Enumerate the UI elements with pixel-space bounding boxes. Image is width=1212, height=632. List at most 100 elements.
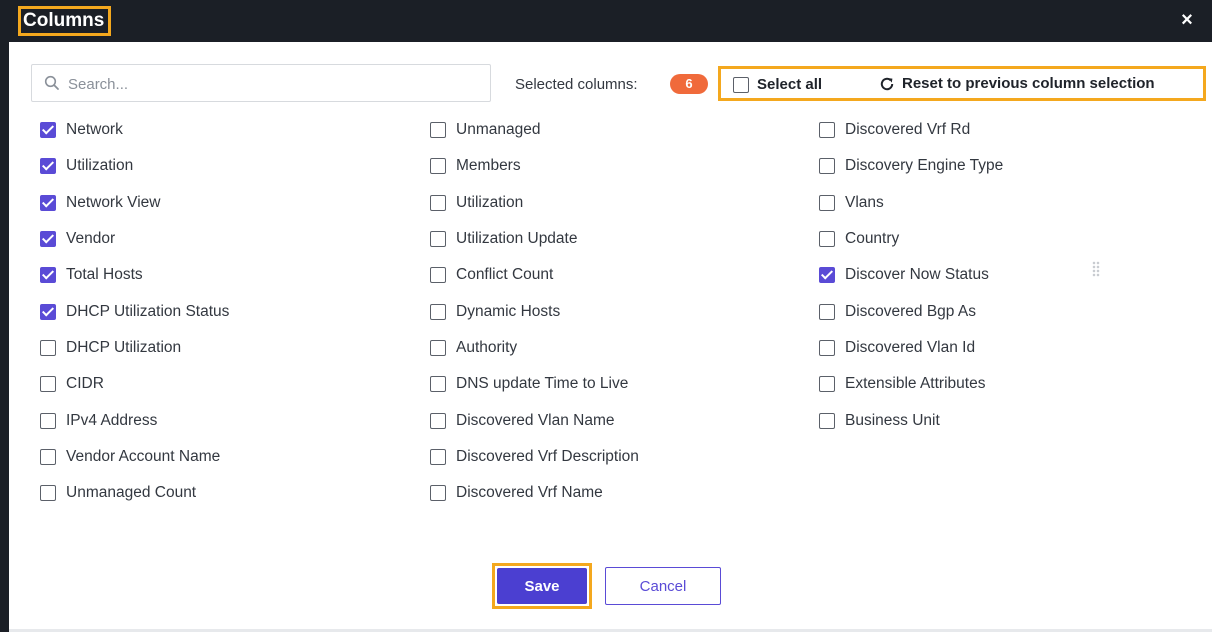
column-checkbox[interactable]: [430, 231, 446, 248]
columns-dialog: Selected columns: 6 Select all Reset to …: [9, 42, 1212, 632]
column-option[interactable]: Extensible Attributes: [819, 366, 1003, 402]
column-option-label: IPv4 Address: [66, 411, 158, 429]
column-option[interactable]: Discovered Bgp As: [819, 293, 1003, 329]
column-option[interactable]: DNS update Time to Live: [430, 366, 639, 402]
column-checkbox[interactable]: [430, 267, 446, 284]
save-button[interactable]: Save: [497, 568, 587, 604]
column-checkbox[interactable]: [40, 231, 56, 248]
column-option[interactable]: Country: [819, 221, 1003, 257]
column-option-label: Discovered Vrf Rd: [845, 121, 971, 139]
column-option[interactable]: Discovered Vlan Name: [430, 402, 639, 438]
close-icon[interactable]: ×: [1176, 9, 1198, 31]
bulk-actions: Select all Reset to previous column sele…: [718, 66, 1206, 101]
column-checkbox[interactable]: [819, 267, 835, 284]
column-checkbox[interactable]: [430, 303, 446, 320]
column-option-label: Business Unit: [845, 411, 940, 429]
column-option-label: Network: [66, 121, 123, 139]
column-option-label: Discovered Vrf Description: [456, 447, 639, 465]
column-option-label: Discovered Vlan Name: [456, 411, 615, 429]
column-checkbox[interactable]: [430, 448, 446, 465]
save-button-highlight: Save: [492, 563, 592, 609]
column-checkbox[interactable]: [819, 122, 835, 139]
column-checkbox[interactable]: [40, 412, 56, 429]
column-option-label: Discovery Engine Type: [845, 157, 1004, 175]
column-list-2: Unmanaged Members Utilization Utilization U…: [430, 112, 639, 511]
column-option[interactable]: Members: [430, 148, 639, 184]
column-option-label: CIDR: [66, 375, 104, 393]
column-option-label: Utilization: [66, 157, 134, 175]
column-option-label: Unmanaged: [456, 121, 541, 139]
column-checkbox[interactable]: [819, 376, 835, 393]
column-option-label: Discovered Vrf Name: [456, 484, 603, 502]
search-input[interactable]: [66, 65, 480, 103]
column-option-label: Members: [456, 157, 521, 175]
column-checkbox[interactable]: [40, 158, 56, 175]
column-option[interactable]: Total Hosts: [40, 257, 229, 293]
column-option[interactable]: Utilization Update: [430, 221, 639, 257]
column-option[interactable]: Discovered Vrf Rd: [819, 112, 1003, 148]
column-option[interactable]: Discovered Vrf Description: [430, 439, 639, 475]
column-checkbox[interactable]: [819, 231, 835, 248]
column-checkbox[interactable]: [819, 339, 835, 356]
cancel-button[interactable]: Cancel: [605, 567, 721, 605]
column-option-label: DHCP Utilization Status: [66, 302, 230, 320]
column-option[interactable]: DHCP Utilization: [40, 330, 229, 366]
column-option[interactable]: Utilization: [430, 185, 639, 221]
column-checkbox[interactable]: [430, 485, 446, 502]
select-all-label: Select all: [757, 76, 823, 93]
column-option[interactable]: Network View: [40, 185, 229, 221]
column-checkbox[interactable]: [40, 448, 56, 465]
search-box: [31, 64, 491, 103]
column-checkbox[interactable]: [40, 339, 56, 356]
column-checkbox[interactable]: [430, 376, 446, 393]
column-checkbox[interactable]: [430, 158, 446, 175]
column-option[interactable]: IPv4 Address: [40, 402, 229, 438]
column-option[interactable]: Authority: [430, 330, 639, 366]
column-checkbox[interactable]: [819, 194, 835, 211]
column-option[interactable]: CIDR: [40, 366, 229, 402]
selected-columns-label: Selected columns:: [515, 76, 638, 93]
selected-count-badge: 6: [670, 74, 708, 94]
reset-selection-label: Reset to previous column selection: [902, 75, 1155, 92]
column-checkbox[interactable]: [40, 267, 56, 284]
select-all-box[interactable]: [733, 76, 749, 93]
column-option[interactable]: Unmanaged: [430, 112, 639, 148]
column-list-3: Discovered Vrf Rd Discovery Engine Type Vl…: [819, 112, 1003, 439]
column-option[interactable]: Vendor Account Name: [40, 439, 229, 475]
reset-selection-button[interactable]: Reset to previous column selection: [879, 75, 1155, 92]
column-option[interactable]: Discovery Engine Type: [819, 148, 1003, 184]
column-option-label: Discover Now Status: [845, 266, 989, 284]
column-option-label: Network View: [66, 193, 161, 211]
column-option-label: Authority: [456, 338, 518, 356]
column-checkbox[interactable]: [819, 412, 835, 429]
column-checkbox[interactable]: [430, 122, 446, 139]
column-option-label: DHCP Utilization: [66, 338, 182, 356]
column-option[interactable]: Conflict Count: [430, 257, 639, 293]
column-option[interactable]: Unmanaged Count: [40, 475, 229, 511]
column-checkbox[interactable]: [430, 412, 446, 429]
column-option[interactable]: Business Unit: [819, 402, 1003, 438]
column-checkbox[interactable]: [430, 339, 446, 356]
drag-handle-icon[interactable]: [1092, 261, 1100, 277]
column-checkbox[interactable]: [819, 158, 835, 175]
column-checkbox[interactable]: [40, 122, 56, 139]
column-checkbox[interactable]: [40, 303, 56, 320]
column-option[interactable]: Network: [40, 112, 229, 148]
column-checkbox[interactable]: [40, 485, 56, 502]
column-option[interactable]: Dynamic Hosts: [430, 293, 639, 329]
column-checkbox[interactable]: [40, 194, 56, 211]
column-option[interactable]: Discovered Vrf Name: [430, 475, 639, 511]
column-option[interactable]: Vlans: [819, 185, 1003, 221]
column-option[interactable]: Vendor: [40, 221, 229, 257]
column-checkbox[interactable]: [819, 303, 835, 320]
column-checkbox[interactable]: [40, 376, 56, 393]
select-all-checkbox[interactable]: Select all: [733, 76, 822, 93]
column-option[interactable]: Discovered Vlan Id: [819, 330, 1003, 366]
column-option-label: Dynamic Hosts: [456, 302, 561, 320]
column-option[interactable]: DHCP Utilization Status: [40, 293, 229, 329]
column-option[interactable]: Utilization: [40, 148, 229, 184]
column-option[interactable]: Discover Now Status: [819, 257, 1003, 293]
column-option-label: Vendor: [66, 230, 116, 248]
column-checkbox[interactable]: [430, 194, 446, 211]
column-option-label: Utilization: [456, 193, 524, 211]
